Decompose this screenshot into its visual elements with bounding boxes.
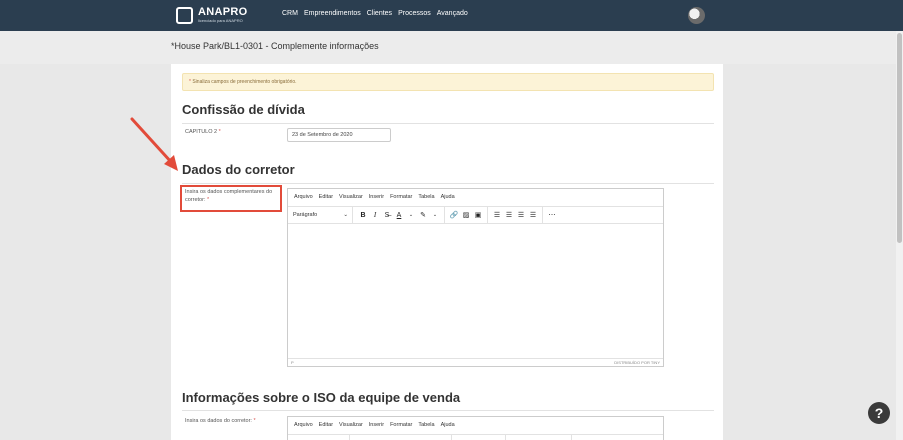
more-icon[interactable]: ⋯ <box>546 211 558 219</box>
align-right-icon[interactable]: ☰ <box>515 211 527 219</box>
rich-text-editor-2[interactable]: Arquivo Editar Visualizar Inserir Format… <box>287 416 664 440</box>
menu-tabela[interactable]: Tabela <box>418 422 434 429</box>
section-divider <box>182 183 714 184</box>
main-nav: CRM Empreendimentos Clientes Processos A… <box>282 10 468 17</box>
media-icon[interactable]: ▣ <box>472 211 484 219</box>
section-title-dados-corretor: Dados do corretor <box>182 162 295 177</box>
field-label-dados-corretor: Insira os dados complementares do corret… <box>185 189 273 203</box>
menu-visualizar[interactable]: Visualizar <box>339 422 363 429</box>
editor-branding[interactable]: DISTRIBUÍDO POR TINY <box>614 360 660 365</box>
image-icon[interactable]: ▨ <box>460 211 472 219</box>
brand-name: ANAPRO <box>198 6 248 18</box>
editor-menubar: Arquivo Editar Visualizar Inserir Format… <box>288 417 663 434</box>
menu-formatar[interactable]: Formatar <box>390 422 412 429</box>
capitulo-date-input[interactable]: 23 de Setembro de 2020 <box>287 128 391 142</box>
brand-tagline: licenciado para ANAPRO <box>198 18 243 23</box>
align-center-icon[interactable]: ☰ <box>503 211 515 219</box>
user-avatar[interactable] <box>688 7 705 24</box>
menu-inserir[interactable]: Inserir <box>369 422 384 429</box>
align-justify-icon[interactable]: ☰ <box>527 211 539 219</box>
menu-visualizar[interactable]: Visualizar <box>339 194 363 201</box>
page-header: *House Park/BL1-0301 - Complemente infor… <box>0 31 903 64</box>
strikethrough-icon[interactable]: S̶ <box>381 212 393 219</box>
editor-content-area[interactable] <box>288 224 663 358</box>
section-divider <box>182 123 714 124</box>
form-card: * Sinaliza campos de preenchimento obrig… <box>171 64 723 440</box>
menu-tabela[interactable]: Tabela <box>418 194 434 201</box>
menu-editar[interactable]: Editar <box>319 194 333 201</box>
block-format-select[interactable]: Parágrafo ⌄ <box>293 206 353 224</box>
scrollbar-thumb[interactable] <box>897 33 902 243</box>
help-icon[interactable]: ? <box>868 402 890 424</box>
link-icon[interactable]: 🔗 <box>448 211 460 219</box>
nav-item-clientes[interactable]: Clientes <box>367 10 392 17</box>
chevron-down-icon[interactable]: ⌄ <box>429 212 441 218</box>
editor-toolbar <box>288 434 663 440</box>
editor-menubar: Arquivo Editar Visualizar Inserir Format… <box>288 189 663 206</box>
nav-item-processos[interactable]: Processos <box>398 10 431 17</box>
field-label-dados-corretor-iso: Insira os dados do corretor: * <box>185 418 256 424</box>
menu-inserir[interactable]: Inserir <box>369 194 384 201</box>
italic-icon[interactable]: I <box>369 211 381 219</box>
menu-formatar[interactable]: Formatar <box>390 194 412 201</box>
text-color-icon[interactable]: A <box>393 212 405 219</box>
logo-mark-icon <box>176 6 193 24</box>
menu-ajuda[interactable]: Ajuda <box>441 422 455 429</box>
rich-text-editor[interactable]: Arquivo Editar Visualizar Inserir Format… <box>287 188 664 367</box>
menu-editar[interactable]: Editar <box>319 422 333 429</box>
field-label-capitulo: CAPITULO 2 * <box>185 129 221 135</box>
editor-statusbar: P DISTRIBUÍDO POR TINY <box>288 358 663 366</box>
editor-toolbar: Parágrafo ⌄ B I S̶ A ⌄ ✎ ⌄ 🔗 ▨ ▣ ☰ ☰ ☰ ☰… <box>288 206 663 224</box>
menu-arquivo[interactable]: Arquivo <box>294 194 313 201</box>
menu-arquivo[interactable]: Arquivo <box>294 422 313 429</box>
highlight-icon[interactable]: ✎ <box>417 211 429 219</box>
editor-path: P <box>291 360 294 365</box>
menu-ajuda[interactable]: Ajuda <box>441 194 455 201</box>
section-title-confissao: Confissão de dívida <box>182 102 305 117</box>
required-fields-notice: * Sinaliza campos de preenchimento obrig… <box>182 73 714 91</box>
bold-icon[interactable]: B <box>357 212 369 219</box>
brand-logo[interactable]: ANAPRO licenciado para ANAPRO <box>176 5 247 25</box>
page-title: *House Park/BL1-0301 - Complemente infor… <box>171 41 379 51</box>
section-title-iso-equipe: Informações sobre o ISO da equipe de ven… <box>182 390 461 405</box>
section-divider <box>182 410 714 411</box>
nav-item-empreendimentos[interactable]: Empreendimentos <box>304 10 361 17</box>
nav-item-crm[interactable]: CRM <box>282 10 298 17</box>
chevron-down-icon: ⌄ <box>343 212 348 218</box>
top-navbar: ANAPRO licenciado para ANAPRO CRM Empree… <box>0 0 903 31</box>
chevron-down-icon[interactable]: ⌄ <box>405 212 417 218</box>
nav-item-avancado[interactable]: Avançado <box>437 10 468 17</box>
notice-text: Sinaliza campos de preenchimento obrigat… <box>190 79 297 85</box>
annotation-arrow-icon <box>130 117 178 171</box>
align-left-icon[interactable]: ☰ <box>491 211 503 219</box>
